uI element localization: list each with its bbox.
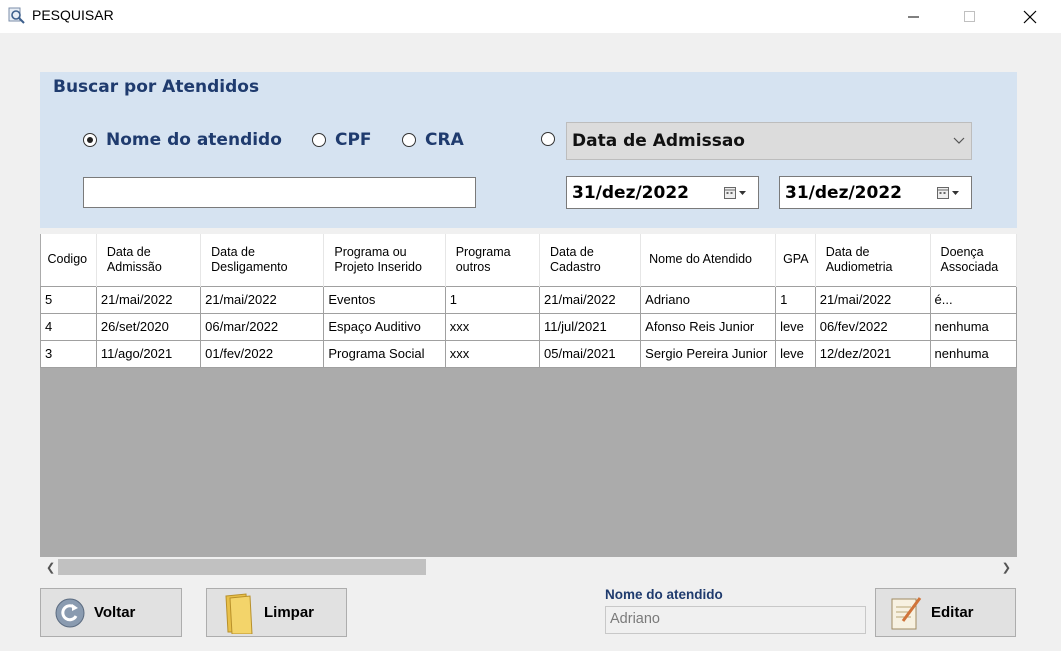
cell-admissao[interactable]: 26/set/2020 <box>95 312 202 341</box>
cell-programa[interactable]: Programa Social <box>323 339 446 368</box>
radio-nome-label: Nome do atendido <box>106 130 282 150</box>
minimize-button[interactable] <box>891 0 937 33</box>
cell-doenca[interactable]: nenhuma <box>929 339 1017 368</box>
scrollbar-thumb[interactable] <box>58 559 426 575</box>
cell-nome[interactable]: Adriano <box>640 285 777 314</box>
cell-doenca[interactable]: nenhuma <box>929 312 1017 341</box>
cell-admissao[interactable]: 11/ago/2021 <box>95 339 202 368</box>
cell-gpa[interactable]: 1 <box>775 285 816 314</box>
cell-programa-outros[interactable]: 1 <box>444 285 541 314</box>
cell-codigo[interactable]: 4 <box>40 312 97 341</box>
cell-audiometria[interactable]: 12/dez/2021 <box>814 339 931 368</box>
table-row[interactable]: 4 26/set/2020 06/mar/2022 Espaço Auditiv… <box>40 312 1017 341</box>
radio-unchecked-icon <box>312 133 326 147</box>
date-from-value: 31/dez/2022 <box>572 183 689 203</box>
voltar-button[interactable]: Voltar <box>40 588 182 637</box>
search-window-icon <box>8 7 25 24</box>
column-header-audiometria[interactable]: Data de Audiometria <box>815 234 931 286</box>
maximize-button[interactable] <box>947 0 993 33</box>
cell-programa-outros[interactable]: xxx <box>444 312 541 341</box>
radio-date-filter[interactable] <box>541 132 564 146</box>
column-header-doenca[interactable]: Doença Associada <box>930 234 1017 286</box>
cell-audiometria[interactable]: 21/mai/2022 <box>814 285 931 314</box>
radio-cra-label: CRA <box>425 130 464 150</box>
close-icon <box>1023 10 1037 23</box>
cell-admissao[interactable]: 21/mai/2022 <box>95 285 202 314</box>
window-title: PESQUISAR <box>32 7 114 23</box>
cell-desligamento[interactable]: 21/mai/2022 <box>200 285 325 314</box>
nome-atendido-field: Adriano <box>605 606 866 634</box>
cell-cadastro[interactable]: 11/jul/2021 <box>539 312 642 341</box>
column-header-programa-outros[interactable]: Programa outros <box>445 234 541 286</box>
close-button[interactable] <box>1007 0 1053 33</box>
date-from-picker[interactable]: 31/dez/2022 <box>566 176 759 209</box>
column-header-gpa[interactable]: GPA <box>775 234 816 286</box>
limpar-label: Limpar <box>264 604 315 621</box>
cell-gpa[interactable]: leve <box>775 312 816 341</box>
back-arrow-icon <box>55 598 85 627</box>
cell-codigo[interactable]: 3 <box>40 339 97 368</box>
radio-cpf[interactable]: CPF <box>312 130 372 150</box>
column-header-cadastro[interactable]: Data de Cadastro <box>539 234 642 286</box>
column-header-codigo[interactable]: Codigo <box>40 234 97 286</box>
cell-doenca[interactable]: é... <box>929 285 1017 314</box>
cell-programa[interactable]: Espaço Auditivo <box>323 312 446 341</box>
table-header-row: Codigo Data de Admissão Data de Desligamen… <box>40 234 1017 286</box>
folder-icon <box>225 592 253 634</box>
date-to-value: 31/dez/2022 <box>785 183 902 203</box>
calendar-dropdown-icon[interactable] <box>724 186 748 200</box>
radio-cpf-label: CPF <box>335 130 372 150</box>
cell-cadastro[interactable]: 21/mai/2022 <box>539 285 642 314</box>
radio-unchecked-icon <box>541 132 555 146</box>
horizontal-scrollbar[interactable]: ❮ ❯ <box>40 557 1017 577</box>
cell-codigo[interactable]: 5 <box>40 285 97 314</box>
scroll-right-icon[interactable]: ❯ <box>1002 561 1011 574</box>
cell-desligamento[interactable]: 01/fev/2022 <box>200 339 325 368</box>
search-panel-title: Buscar por Atendidos <box>53 77 260 97</box>
voltar-label: Voltar <box>94 604 136 621</box>
cell-programa[interactable]: Eventos <box>323 285 446 314</box>
column-header-desligamento[interactable]: Data de Desligamento <box>200 234 325 286</box>
maximize-icon <box>964 10 975 22</box>
chevron-down-icon <box>953 137 965 144</box>
radio-checked-icon <box>83 133 97 147</box>
cell-nome[interactable]: Afonso Reis Junior <box>640 312 777 341</box>
cell-cadastro[interactable]: 05/mai/2021 <box>539 339 642 368</box>
date-to-picker[interactable]: 31/dez/2022 <box>779 176 972 209</box>
column-header-admissao[interactable]: Data de Admissão <box>96 234 202 286</box>
cell-desligamento[interactable]: 06/mar/2022 <box>200 312 325 341</box>
table-row[interactable]: 3 11/ago/2021 01/fev/2022 Programa Socia… <box>40 339 1017 368</box>
edit-note-icon <box>891 596 922 629</box>
radio-cra[interactable]: CRA <box>402 130 464 150</box>
scroll-left-icon[interactable]: ❮ <box>46 561 55 574</box>
results-table: Codigo Data de Admissão Data de Desligamen… <box>40 234 1017 368</box>
editar-button[interactable]: Editar <box>875 588 1016 637</box>
column-header-programa[interactable]: Programa ou Projeto Inserido <box>323 234 446 286</box>
results-grid[interactable]: Codigo Data de Admissão Data de Desligamen… <box>40 234 1017 557</box>
cell-audiometria[interactable]: 06/fev/2022 <box>814 312 931 341</box>
date-field-select-value: Data de Admissao <box>572 131 745 151</box>
title-bar: PESQUISAR <box>0 0 1061 33</box>
search-panel: Buscar por Atendidos Nome do atendido CP… <box>40 72 1017 228</box>
radio-nome-do-atendido[interactable]: Nome do atendido <box>83 130 282 150</box>
editar-label: Editar <box>931 604 974 621</box>
cell-nome[interactable]: Sergio Pereira Junior <box>640 339 777 368</box>
radio-unchecked-icon <box>402 133 416 147</box>
minimize-icon <box>908 16 919 17</box>
nome-atendido-label: Nome do atendido <box>605 587 723 602</box>
name-search-input[interactable] <box>83 177 476 208</box>
cell-programa-outros[interactable]: xxx <box>444 339 541 368</box>
date-field-select[interactable]: Data de Admissao <box>566 122 972 160</box>
limpar-button[interactable]: Limpar <box>206 588 347 637</box>
calendar-dropdown-icon[interactable] <box>937 186 961 200</box>
cell-gpa[interactable]: leve <box>775 339 816 368</box>
column-header-nome[interactable]: Nome do Atendido <box>640 234 777 286</box>
table-row[interactable]: 5 21/mai/2022 21/mai/2022 Eventos 1 21/m… <box>40 285 1017 314</box>
